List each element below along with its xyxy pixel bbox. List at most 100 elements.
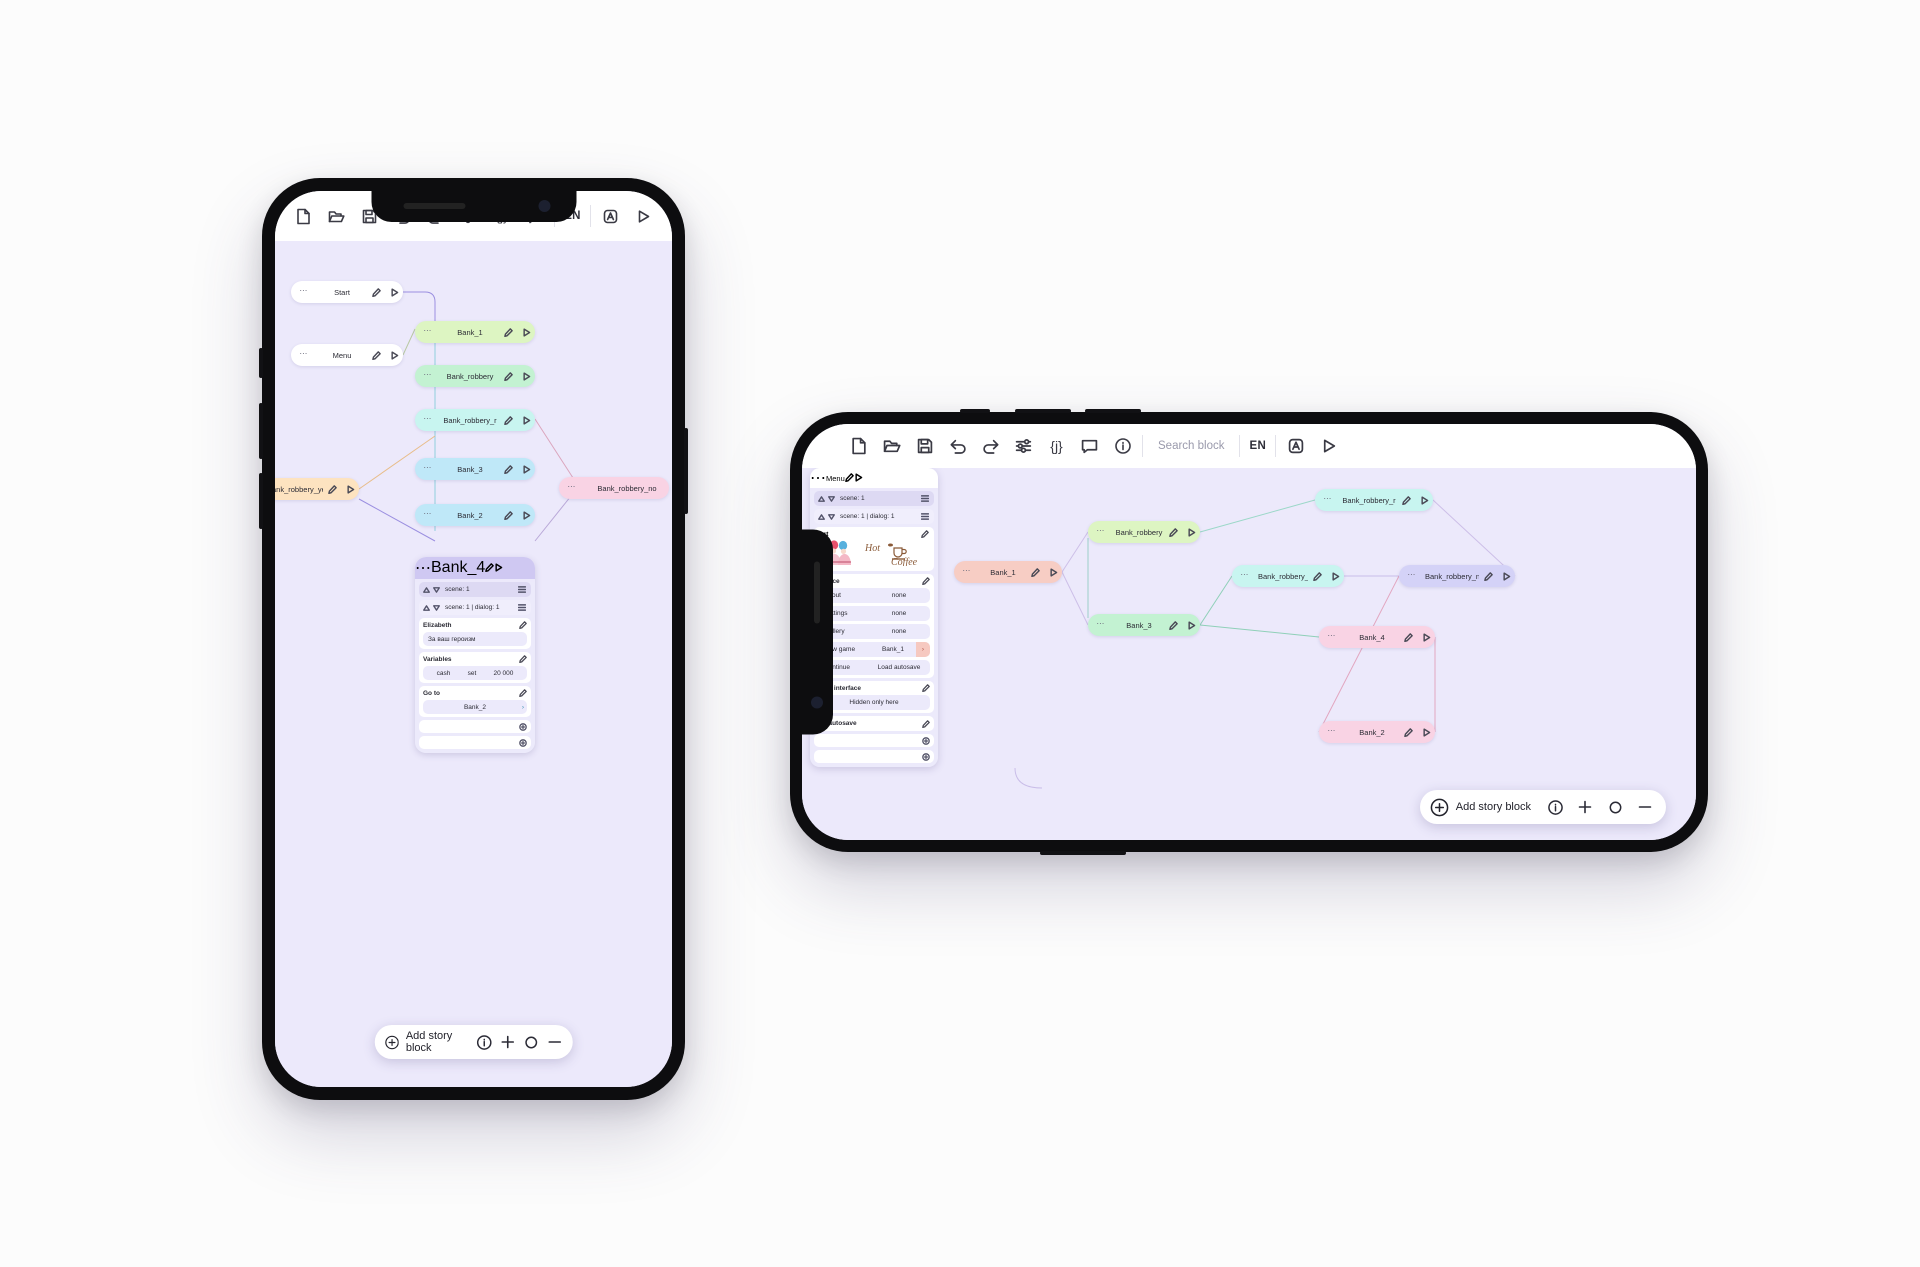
add-story-block-button[interactable]: Add story block xyxy=(380,1030,472,1054)
block-menu-dots[interactable]: ⋯ xyxy=(415,326,441,334)
story-block-bank-1[interactable]: ⋯ Bank_1 xyxy=(415,321,535,343)
play-block-icon[interactable] xyxy=(517,327,535,337)
story-block-start[interactable]: ⋯ Start xyxy=(291,281,403,303)
font-style-icon[interactable] xyxy=(594,200,627,233)
play-block-icon[interactable] xyxy=(385,287,403,297)
scene-row[interactable]: scene: 1 xyxy=(814,491,934,506)
edit-pencil-icon[interactable] xyxy=(1026,567,1044,577)
block-menu-dots[interactable]: ⋯ xyxy=(1399,570,1425,578)
add-element-row-2[interactable] xyxy=(814,750,934,763)
choice-option-about[interactable]: About none xyxy=(818,588,930,603)
collapse-up-icon[interactable] xyxy=(423,603,432,612)
block-menu-dots[interactable]: ⋯ xyxy=(415,370,441,378)
language-button[interactable]: EN xyxy=(1243,440,1272,452)
new-file-icon[interactable] xyxy=(287,200,320,233)
block-menu-dots[interactable]: ⋯ xyxy=(415,509,441,517)
variable-row[interactable]: cash set 20 000 xyxy=(423,666,527,680)
sliders-settings-icon[interactable] xyxy=(1007,430,1040,463)
goto-chevron-icon[interactable]: › xyxy=(522,704,524,711)
play-block-icon[interactable] xyxy=(517,415,535,425)
edit-pencil-icon[interactable] xyxy=(1308,571,1326,581)
block-menu-dots[interactable]: ⋯ xyxy=(1315,494,1341,502)
phone-power-button[interactable] xyxy=(684,428,688,514)
block-menu-dots[interactable]: ⋯ xyxy=(291,349,317,357)
play-block-icon[interactable] xyxy=(1326,571,1344,581)
story-block-bank-robbery-r[interactable]: ⋯ Bank_robbery_r xyxy=(1315,489,1433,511)
collapse-down-icon[interactable] xyxy=(433,603,442,612)
phone-volume-up-button[interactable] xyxy=(259,403,263,459)
drag-handle-icon[interactable] xyxy=(518,604,527,611)
story-block-bank-robbery-yes[interactable]: ⋯ Bank_robbery_yes xyxy=(275,478,359,500)
play-block-icon[interactable] xyxy=(494,559,503,577)
block-menu-dots[interactable]: ⋯ xyxy=(415,414,441,422)
edit-pencil-icon[interactable] xyxy=(921,530,929,538)
phone-mute-switch[interactable] xyxy=(960,409,990,413)
edit-pencil-icon[interactable] xyxy=(499,464,517,474)
choice-option-new-game[interactable]: New game Bank_1 › xyxy=(818,642,930,657)
info-circle-icon[interactable] xyxy=(1540,790,1570,824)
phone-power-button[interactable] xyxy=(1040,851,1126,855)
portrait-story-canvas[interactable]: ⋯ Start ⋯ Menu ⋯ Bank_1 ⋯ Bank_robbery ⋯… xyxy=(275,241,672,1087)
new-file-icon[interactable] xyxy=(842,430,875,463)
block-menu-dots[interactable]: ⋯ xyxy=(415,558,431,578)
choice-option-settings[interactable]: Settings none xyxy=(818,606,930,621)
edit-pencil-icon[interactable] xyxy=(519,621,527,629)
zoom-reset-button[interactable] xyxy=(520,1025,544,1059)
story-block-bank-1[interactable]: ⋯ Bank_1 xyxy=(954,561,1062,583)
comment-bubble-icon[interactable] xyxy=(1073,430,1106,463)
play-block-icon[interactable] xyxy=(854,469,863,487)
edit-pencil-icon[interactable] xyxy=(519,655,527,663)
choice-option-continue[interactable]: Continue Load autosave xyxy=(818,660,930,675)
add-story-block-button[interactable]: Add story block xyxy=(1426,798,1540,817)
edit-pencil-icon[interactable] xyxy=(922,684,930,692)
story-block-bank-2[interactable]: ⋯ Bank_2 xyxy=(1319,721,1435,743)
hide-interface-value[interactable]: Hidden only here xyxy=(818,695,930,710)
story-block-bank-robbery-no[interactable]: ⋯ Bank_robbery_no xyxy=(1399,565,1515,587)
edit-pencil-icon[interactable] xyxy=(367,287,385,297)
play-block-icon[interactable] xyxy=(1497,571,1515,581)
zoom-out-button[interactable] xyxy=(1630,790,1660,824)
edit-pencil-icon[interactable] xyxy=(499,510,517,520)
goto-chevron-icon[interactable]: › xyxy=(916,642,930,657)
play-block-icon[interactable] xyxy=(517,510,535,520)
block-menu-dots[interactable]: ⋯ xyxy=(1319,631,1345,639)
edit-pencil-icon[interactable] xyxy=(844,469,854,487)
add-element-row[interactable] xyxy=(814,734,934,747)
story-block-bank-robbery-r[interactable]: ⋯ Bank_robbery_r xyxy=(415,409,535,431)
scene-row[interactable]: scene: 1 xyxy=(419,582,531,597)
edit-pencil-icon[interactable] xyxy=(1479,571,1497,581)
story-block-bank-robbery-no[interactable]: ⋯ Bank_robbery_no xyxy=(559,477,669,499)
zoom-out-button[interactable] xyxy=(543,1025,567,1059)
drag-handle-icon[interactable] xyxy=(921,513,930,520)
zoom-in-button[interactable] xyxy=(1570,790,1600,824)
undo-icon[interactable] xyxy=(941,430,974,463)
edit-pencil-icon[interactable] xyxy=(499,327,517,337)
phone-volume-up-button[interactable] xyxy=(1015,409,1071,413)
zoom-in-button[interactable] xyxy=(496,1025,520,1059)
block-menu-dots[interactable]: ⋯ xyxy=(1088,619,1114,627)
open-folder-icon[interactable] xyxy=(320,200,353,233)
phone-mute-switch[interactable] xyxy=(259,348,263,378)
story-block-bank-3[interactable]: ⋯ Bank_3 xyxy=(1088,614,1200,636)
story-block-bank-4[interactable]: ⋯ Bank_4 xyxy=(1319,626,1435,648)
collapse-down-icon[interactable] xyxy=(433,585,442,594)
block-menu-dots[interactable]: ⋯ xyxy=(291,286,317,294)
collapse-down-icon[interactable] xyxy=(828,494,837,503)
info-circle-icon[interactable] xyxy=(473,1025,497,1059)
expanded-story-block-bank-4[interactable]: ⋯ Bank_4 scene: 1 scene: 1 | dialog: 1 E… xyxy=(415,557,535,753)
story-block-bank-robbery[interactable]: ⋯ Bank_robbery xyxy=(1088,521,1200,543)
play-run-icon[interactable] xyxy=(1312,430,1345,463)
add-element-row[interactable] xyxy=(419,720,531,733)
play-block-icon[interactable] xyxy=(517,371,535,381)
block-menu-dots[interactable]: ⋯ xyxy=(415,463,441,471)
edit-pencil-icon[interactable] xyxy=(1399,727,1417,737)
menu-block-header[interactable]: ⋯ Menu xyxy=(810,468,938,488)
edit-pencil-icon[interactable] xyxy=(1399,632,1417,642)
drag-handle-icon[interactable] xyxy=(921,495,930,502)
landscape-story-canvas[interactable]: ⋯ Menu scene: 1 scene: 1 | dialog: 1 Hot… xyxy=(802,468,1696,840)
play-block-icon[interactable] xyxy=(517,464,535,474)
font-style-icon[interactable] xyxy=(1279,430,1312,463)
collapse-up-icon[interactable] xyxy=(818,512,827,521)
edit-pencil-icon[interactable] xyxy=(323,484,341,494)
phone-volume-down-button[interactable] xyxy=(259,473,263,529)
